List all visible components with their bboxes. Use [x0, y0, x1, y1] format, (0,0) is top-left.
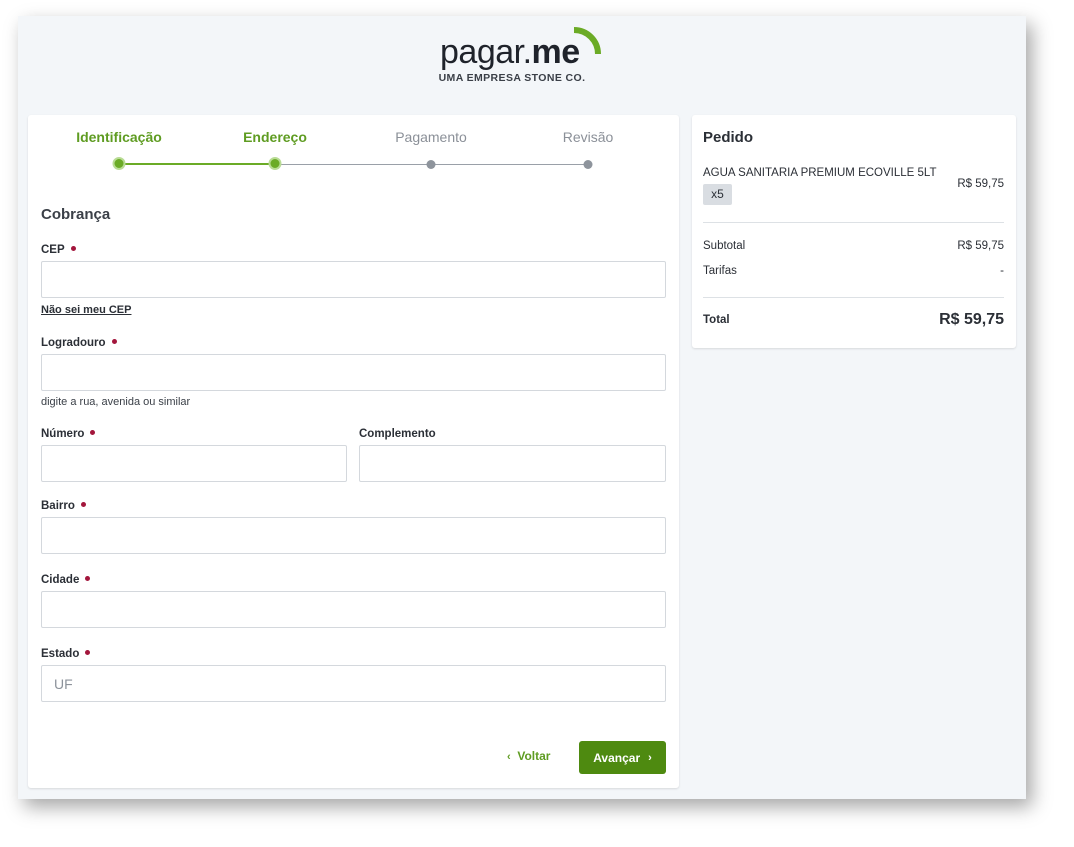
step-pagamento: Pagamento — [395, 129, 467, 145]
cidade-input[interactable] — [41, 591, 666, 628]
logo-arc-icon — [573, 27, 601, 55]
cep-input[interactable] — [41, 261, 666, 298]
required-marker — [90, 430, 96, 436]
cep-label-text: CEP — [41, 244, 65, 256]
checkout-stepper: Identificação Endereço Pagamento Revisão — [28, 115, 679, 185]
numero-input[interactable] — [41, 445, 347, 482]
required-marker — [85, 576, 91, 582]
back-button-label: Voltar — [517, 749, 551, 763]
order-item-quantity: x5 — [703, 184, 732, 205]
order-divider — [703, 297, 1004, 298]
cidade-label: Cidade — [41, 574, 91, 586]
bairro-label-text: Bairro — [41, 500, 75, 512]
fees-value: - — [1000, 265, 1004, 277]
order-divider — [703, 222, 1004, 223]
fees-label: Tarifas — [703, 265, 737, 277]
total-label: Total — [703, 314, 730, 326]
required-marker — [70, 246, 76, 252]
estado-label: Estado — [41, 648, 91, 660]
logo-text: pagar.me — [440, 32, 580, 72]
order-item-name: AGUA SANITARIA PREMIUM ECOVILLE 5LT — [703, 167, 937, 179]
estado-label-text: Estado — [41, 648, 80, 660]
logradouro-input[interactable] — [41, 354, 666, 391]
step-dot-endereco — [268, 157, 282, 170]
required-marker — [80, 502, 86, 508]
cep-label: CEP — [41, 244, 76, 256]
numero-label: Número — [41, 428, 96, 440]
total-value: R$ 59,75 — [939, 311, 1004, 328]
chevron-right-icon: › — [648, 751, 652, 764]
step-dot-pagamento — [426, 160, 436, 169]
logradouro-label-text: Logradouro — [41, 337, 106, 349]
subtotal-value: R$ 59,75 — [957, 240, 1004, 252]
brand-tagline: UMA EMPRESA STONE CO. — [438, 72, 586, 84]
cidade-label-text: Cidade — [41, 574, 80, 586]
subtotal-label: Subtotal — [703, 240, 746, 252]
back-button[interactable]: ‹ Voltar — [507, 749, 550, 763]
brand-header: pagar.me UMA EMPRESA STONE CO. — [18, 16, 1026, 114]
step-dot-identificacao — [112, 157, 126, 170]
order-title: Pedido — [703, 129, 754, 146]
cep-lookup-link[interactable]: Não sei meu CEP — [41, 304, 131, 316]
next-button-label: Avançar — [593, 750, 641, 765]
order-item-price: R$ 59,75 — [957, 178, 1004, 190]
checkout-window: pagar.me UMA EMPRESA STONE CO. Identific… — [18, 16, 1026, 799]
estado-input[interactable] — [41, 665, 666, 702]
pagarme-logo: pagar.me — [440, 27, 610, 72]
next-button[interactable]: Avançar › — [579, 741, 666, 774]
section-title: Cobrança — [41, 206, 111, 223]
logo-text-regular: pagar. — [440, 33, 532, 71]
step-identificacao[interactable]: Identificação — [76, 129, 162, 145]
required-marker — [85, 650, 91, 656]
step-endereco[interactable]: Endereço — [243, 129, 307, 145]
stepper-track-complete — [119, 163, 275, 165]
address-form-card: Identificação Endereço Pagamento Revisão… — [28, 115, 679, 788]
order-summary-card: Pedido AGUA SANITARIA PREMIUM ECOVILLE 5… — [692, 115, 1016, 348]
numero-label-text: Número — [41, 428, 85, 440]
step-dot-revisao — [583, 160, 593, 169]
required-marker — [111, 339, 117, 345]
logradouro-help: digite a rua, avenida ou similar — [41, 396, 191, 408]
complemento-label: Complemento — [359, 428, 436, 440]
chevron-left-icon: ‹ — [507, 751, 511, 763]
step-revisao: Revisão — [562, 129, 614, 145]
logradouro-label: Logradouro — [41, 337, 117, 349]
complemento-input[interactable] — [359, 445, 666, 482]
bairro-input[interactable] — [41, 517, 666, 554]
bairro-label: Bairro — [41, 500, 86, 512]
